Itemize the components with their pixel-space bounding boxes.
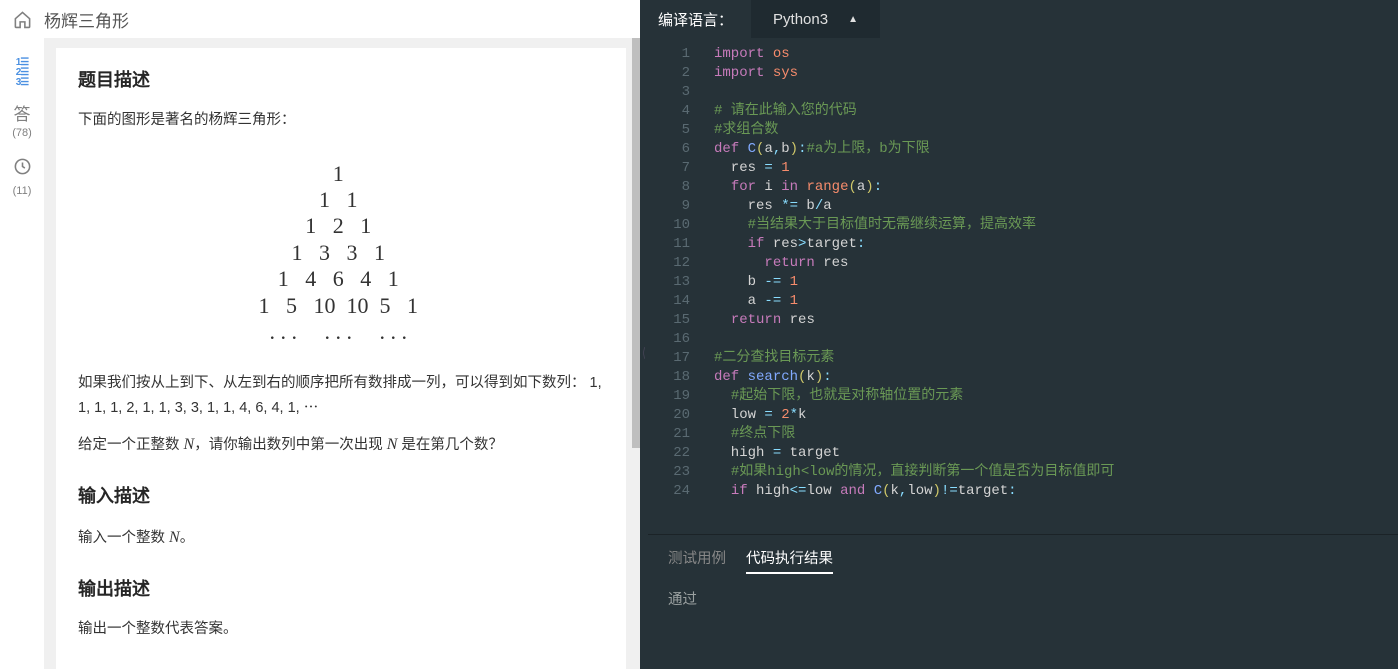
results-panel: 测试用例 代码执行结果 通过 xyxy=(648,534,1398,669)
main: 1☰2☰3☰ 答 (78) (11) 题目描述 下面的图形是著名的杨辉三角形： … xyxy=(0,38,1398,669)
line-gutter: 123456789101112131415161718192021222324 xyxy=(648,38,704,534)
input-heading: 输入描述 xyxy=(78,482,604,508)
sidebar-item-history[interactable]: (11) xyxy=(13,157,32,197)
language-select[interactable]: Python3 ▲ xyxy=(751,0,880,38)
page-title: 杨辉三角形 xyxy=(44,7,129,32)
result-status: 通过 xyxy=(668,588,1378,609)
input-text: 输入一个整数 N。 xyxy=(78,524,604,551)
problem-scrollbar[interactable] xyxy=(632,38,640,669)
output-text: 输出一个整数代表答案。 xyxy=(78,617,604,642)
top-bar: 杨辉三角形 编译语言： Python3 ▲ xyxy=(0,0,1398,38)
code-area: 123456789101112131415161718192021222324 … xyxy=(648,38,1398,669)
answers-count: (78) xyxy=(12,127,32,139)
sequence-text: 如果我们按从上到下、从左到右的顺序把所有数排成一列，可以得到如下数列： 1, 1… xyxy=(78,371,604,420)
caret-up-icon: ▲ xyxy=(848,14,858,25)
tab-results[interactable]: 代码执行结果 xyxy=(746,547,833,574)
splitter[interactable]: ⟨ xyxy=(640,38,648,669)
sidebar-item-answers[interactable]: 答 (78) xyxy=(12,106,32,139)
triangle-figure: 1 1 1 1 2 1 1 3 3 1 1 4 6 4 1 1 5 10 10 … xyxy=(78,143,604,372)
list-icon: 1☰2☰3☰ xyxy=(16,58,29,88)
language-selected: Python3 xyxy=(773,11,828,28)
top-bar-left: 杨辉三角形 xyxy=(0,0,640,38)
output-heading: 输出描述 xyxy=(78,575,604,601)
sidebar: 1☰2☰3☰ 答 (78) (11) xyxy=(0,38,44,669)
history-count: (11) xyxy=(13,185,32,197)
problem-panel-wrap: 题目描述 下面的图形是著名的杨辉三角形： 1 1 1 1 2 1 1 3 3 1… xyxy=(44,38,640,669)
scroll-thumb[interactable] xyxy=(632,38,640,448)
splitter-grip-icon: ⟨ xyxy=(642,346,646,360)
code-editor[interactable]: 123456789101112131415161718192021222324 … xyxy=(648,38,1398,534)
sidebar-item-list[interactable]: 1☰2☰3☰ xyxy=(16,58,29,88)
top-bar-right: 编译语言： Python3 ▲ xyxy=(640,0,1398,38)
code-content[interactable]: import osimport sys# 请在此输入您的代码#求组合数def C… xyxy=(704,38,1398,534)
desc-intro: 下面的图形是著名的杨辉三角形： xyxy=(78,108,604,133)
problem-panel: 题目描述 下面的图形是著名的杨辉三角形： 1 1 1 1 2 1 1 3 3 1… xyxy=(56,48,626,669)
result-tabs: 测试用例 代码执行结果 xyxy=(668,547,1378,574)
tab-testcases[interactable]: 测试用例 xyxy=(668,547,726,574)
language-label: 编译语言： xyxy=(640,9,751,30)
answers-icon: 答 xyxy=(14,106,31,123)
given-text: 给定一个正整数 N，请你输出数列中第一次出现 N 是在第几个数？ xyxy=(78,431,604,458)
desc-heading: 题目描述 xyxy=(78,66,604,92)
home-icon[interactable] xyxy=(0,10,44,29)
clock-icon xyxy=(13,157,32,181)
